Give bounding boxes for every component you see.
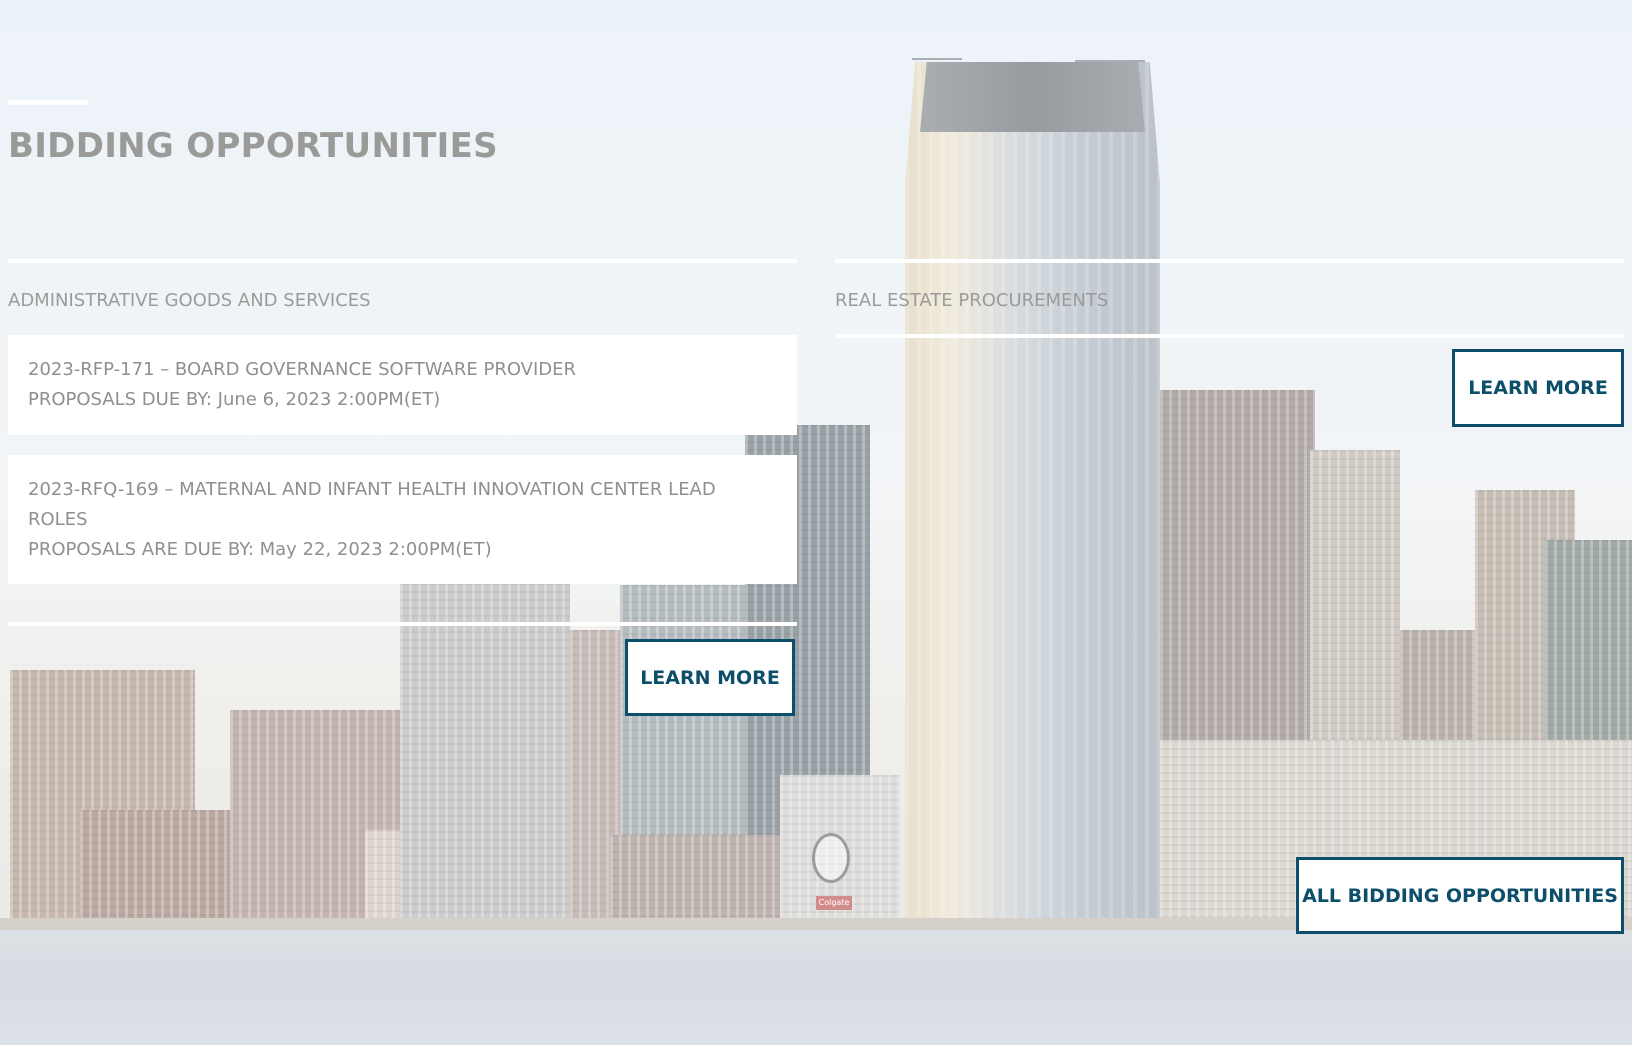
opportunity-due-date: PROPOSALS ARE DUE BY: May 22, 2023 2:00P… (28, 539, 492, 560)
section-label-real-estate: REAL ESTATE PROCUREMENTS (835, 290, 1109, 311)
learn-more-button-real-estate[interactable]: LEARN MORE (1452, 349, 1624, 427)
section-divider (835, 259, 1624, 263)
list-item[interactable]: 2023-RFQ-169 – MATERNAL AND INFANT HEALT… (8, 455, 797, 584)
section-divider (8, 259, 797, 263)
page-title: BIDDING OPPORTUNITIES (8, 126, 498, 166)
opportunity-due-date: PROPOSALS DUE BY: June 6, 2023 2:00PM(ET… (28, 389, 441, 410)
learn-more-button-administrative[interactable]: LEARN MORE (625, 639, 795, 716)
title-accent-line (8, 100, 88, 105)
section-divider (8, 622, 797, 626)
section-label-administrative: ADMINISTRATIVE GOODS AND SERVICES (8, 290, 371, 311)
section-divider (835, 334, 1624, 338)
opportunity-title: 2023-RFQ-169 – MATERNAL AND INFANT HEALT… (28, 479, 716, 530)
opportunity-title: 2023-RFP-171 – BOARD GOVERNANCE SOFTWARE… (28, 359, 577, 380)
all-bidding-opportunities-button[interactable]: ALL BIDDING OPPORTUNITIES (1296, 857, 1624, 934)
list-item[interactable]: 2023-RFP-171 – BOARD GOVERNANCE SOFTWARE… (8, 335, 797, 435)
